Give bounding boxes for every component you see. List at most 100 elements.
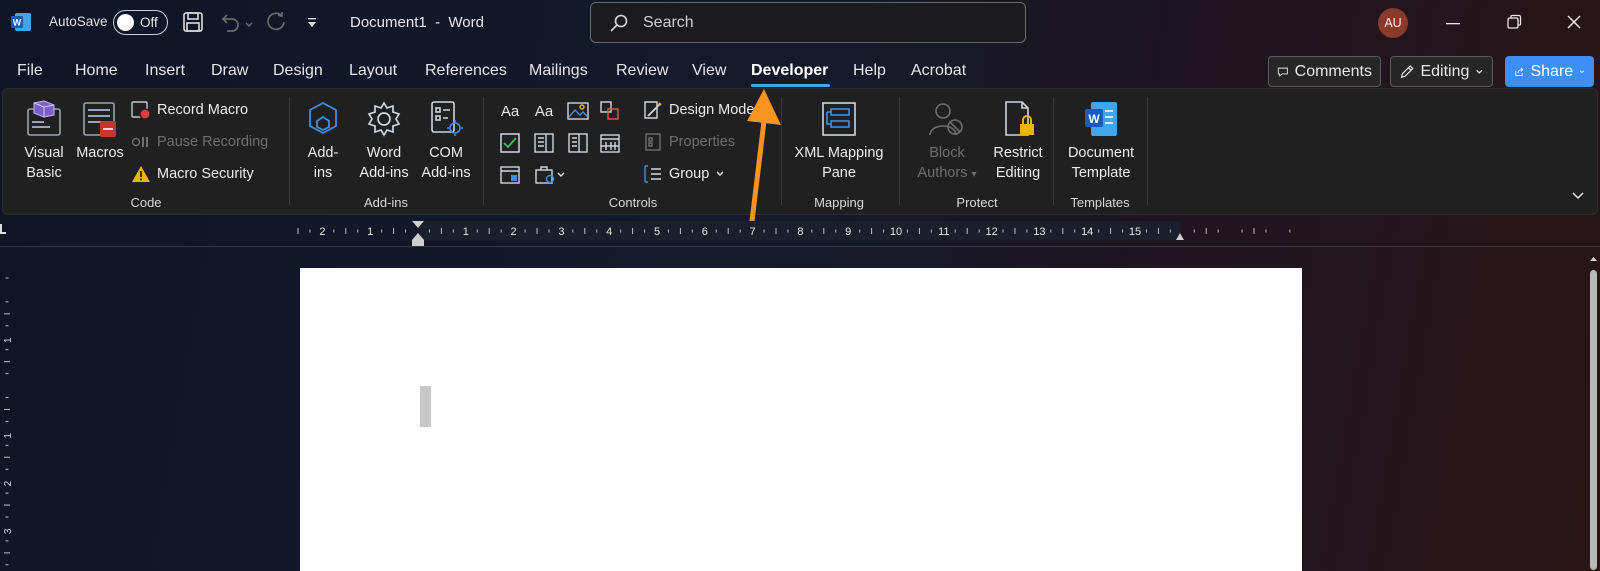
tab-view[interactable]: View [692, 62, 726, 80]
customize-toolbar-icon[interactable] [306, 16, 318, 34]
legacy-forms-button[interactable] [531, 162, 569, 188]
vruler-tick [4, 552, 10, 554]
tab-file[interactable]: File [17, 62, 43, 80]
editing-label: Editing [1420, 62, 1470, 80]
annotation-arrow [747, 89, 781, 224]
building-block-gallery-button[interactable] [597, 98, 623, 124]
tab-layout[interactable]: Layout [349, 62, 397, 80]
share-icon [1515, 67, 1524, 76]
xml-mapping-pane-button[interactable]: XML Mapping Pane [789, 99, 889, 183]
visual-basic-button[interactable]: Visual Basic [15, 99, 73, 183]
ruler-tick [667, 229, 669, 233]
autosave-toggle[interactable]: Off [113, 10, 168, 35]
title-bar: W AutoSave Off Document1 - Word Search A… [0, 0, 1600, 46]
block-authors-icon [929, 103, 963, 136]
properties-button[interactable]: Properties [643, 132, 735, 152]
picture-content-control-button[interactable] [565, 98, 591, 124]
tab-mailings[interactable]: Mailings [529, 62, 588, 80]
gear-icon [367, 101, 401, 137]
ruler-tick [488, 228, 490, 234]
block-authors-button[interactable]: Block Authors ▾ [911, 99, 983, 185]
ruler-tick [1145, 229, 1147, 233]
combo-box-content-control-button[interactable] [531, 130, 557, 156]
legacy-tools-button[interactable] [497, 162, 523, 188]
ruler-number: 3 [558, 226, 564, 238]
ruler-number: 7 [750, 226, 756, 238]
plain-text-content-control-button[interactable]: Aa [531, 98, 557, 124]
word-add-ins-button[interactable]: Word Add-ins [353, 99, 415, 183]
ruler-tick [906, 229, 908, 233]
ruler-tick [345, 228, 347, 234]
design-mode-button[interactable]: Design Mode [643, 100, 754, 120]
restrict-editing-label-2: Editing [995, 165, 1041, 181]
date-picker-content-control-button[interactable] [597, 130, 623, 156]
avatar[interactable]: AU [1378, 8, 1408, 38]
editing-button[interactable]: Editing [1390, 56, 1493, 87]
vruler-number: 2 [3, 480, 14, 486]
ruler-tick [1217, 229, 1219, 233]
visual-basic-icon [27, 100, 61, 136]
document-template-button[interactable]: W Document Template [1061, 99, 1141, 183]
share-button[interactable]: Share [1505, 56, 1594, 87]
ruler-tick [1110, 228, 1112, 234]
ruler-tick [1050, 229, 1052, 233]
vruler-tick [5, 540, 9, 542]
tab-developer[interactable]: Developer [751, 62, 828, 80]
macros-icon [83, 102, 116, 137]
scroll-up-arrow-icon[interactable] [1589, 250, 1598, 268]
ruler-tick [1241, 229, 1243, 233]
undo-dropdown-icon[interactable] [244, 17, 254, 35]
ruler-tick [572, 229, 574, 233]
macros-button[interactable]: Macros [73, 99, 127, 163]
tab-draw[interactable]: Draw [211, 62, 248, 80]
ruler-tick [297, 228, 299, 234]
group-separator [1147, 97, 1148, 205]
restrict-editing-button[interactable]: Restrict Editing [985, 99, 1051, 183]
chevron-down-icon [1476, 69, 1483, 74]
text-cursor [420, 386, 431, 427]
check-box-content-control-button[interactable] [497, 130, 523, 156]
pause-recording-button[interactable]: Pause Recording [131, 132, 268, 152]
drop-down-list-content-control-button[interactable] [565, 130, 591, 156]
restore-icon[interactable] [1506, 14, 1522, 35]
chevron-down-icon [1580, 70, 1585, 73]
search-box[interactable]: Search [590, 2, 1026, 43]
block-authors-label-1: Block [929, 145, 965, 161]
com-add-ins-label-2: Add-ins [421, 165, 471, 181]
vruler-tick [5, 468, 9, 470]
tab-home[interactable]: Home [75, 62, 118, 80]
group-label: Group [669, 166, 710, 182]
save-icon[interactable] [182, 11, 204, 38]
macro-security-button[interactable]: Macro Security [131, 164, 254, 184]
ruler-number: 5 [654, 226, 660, 238]
vertical-scrollbar[interactable] [1589, 250, 1598, 571]
add-ins-button[interactable]: Add- ins [301, 99, 345, 183]
ruler-tick [381, 229, 383, 233]
ruler-tick [871, 228, 873, 234]
group-label-add-ins: Add-ins [363, 195, 409, 210]
minimize-icon[interactable] [1445, 15, 1461, 36]
tab-design[interactable]: Design [273, 62, 323, 80]
tab-help[interactable]: Help [853, 62, 886, 80]
ruler-number: 9 [845, 226, 851, 238]
collapse-ribbon-icon[interactable] [1571, 188, 1585, 207]
rich-text-content-control-button[interactable]: Aa [497, 98, 523, 124]
close-icon[interactable] [1566, 14, 1582, 35]
record-macro-button[interactable]: Record Macro [131, 100, 248, 120]
ruler-tick [1062, 228, 1064, 234]
group-label-templates: Templates [1070, 195, 1130, 210]
redo-icon[interactable] [264, 10, 288, 39]
tab-acrobat[interactable]: Acrobat [911, 62, 966, 80]
undo-icon[interactable] [218, 10, 242, 39]
scrollbar-thumb[interactable] [1590, 270, 1597, 570]
chevron-down-icon [557, 172, 565, 177]
ruler-tick [1253, 228, 1255, 234]
group-button[interactable]: Group [643, 164, 725, 184]
tab-references[interactable]: References [425, 62, 507, 80]
document-page[interactable] [300, 268, 1302, 571]
comments-button[interactable]: Comments [1268, 56, 1381, 87]
com-add-ins-button[interactable]: COM Add-ins [415, 99, 477, 183]
tab-review[interactable]: Review [616, 62, 668, 80]
ruler-tick [524, 229, 526, 233]
tab-insert[interactable]: Insert [145, 62, 185, 80]
